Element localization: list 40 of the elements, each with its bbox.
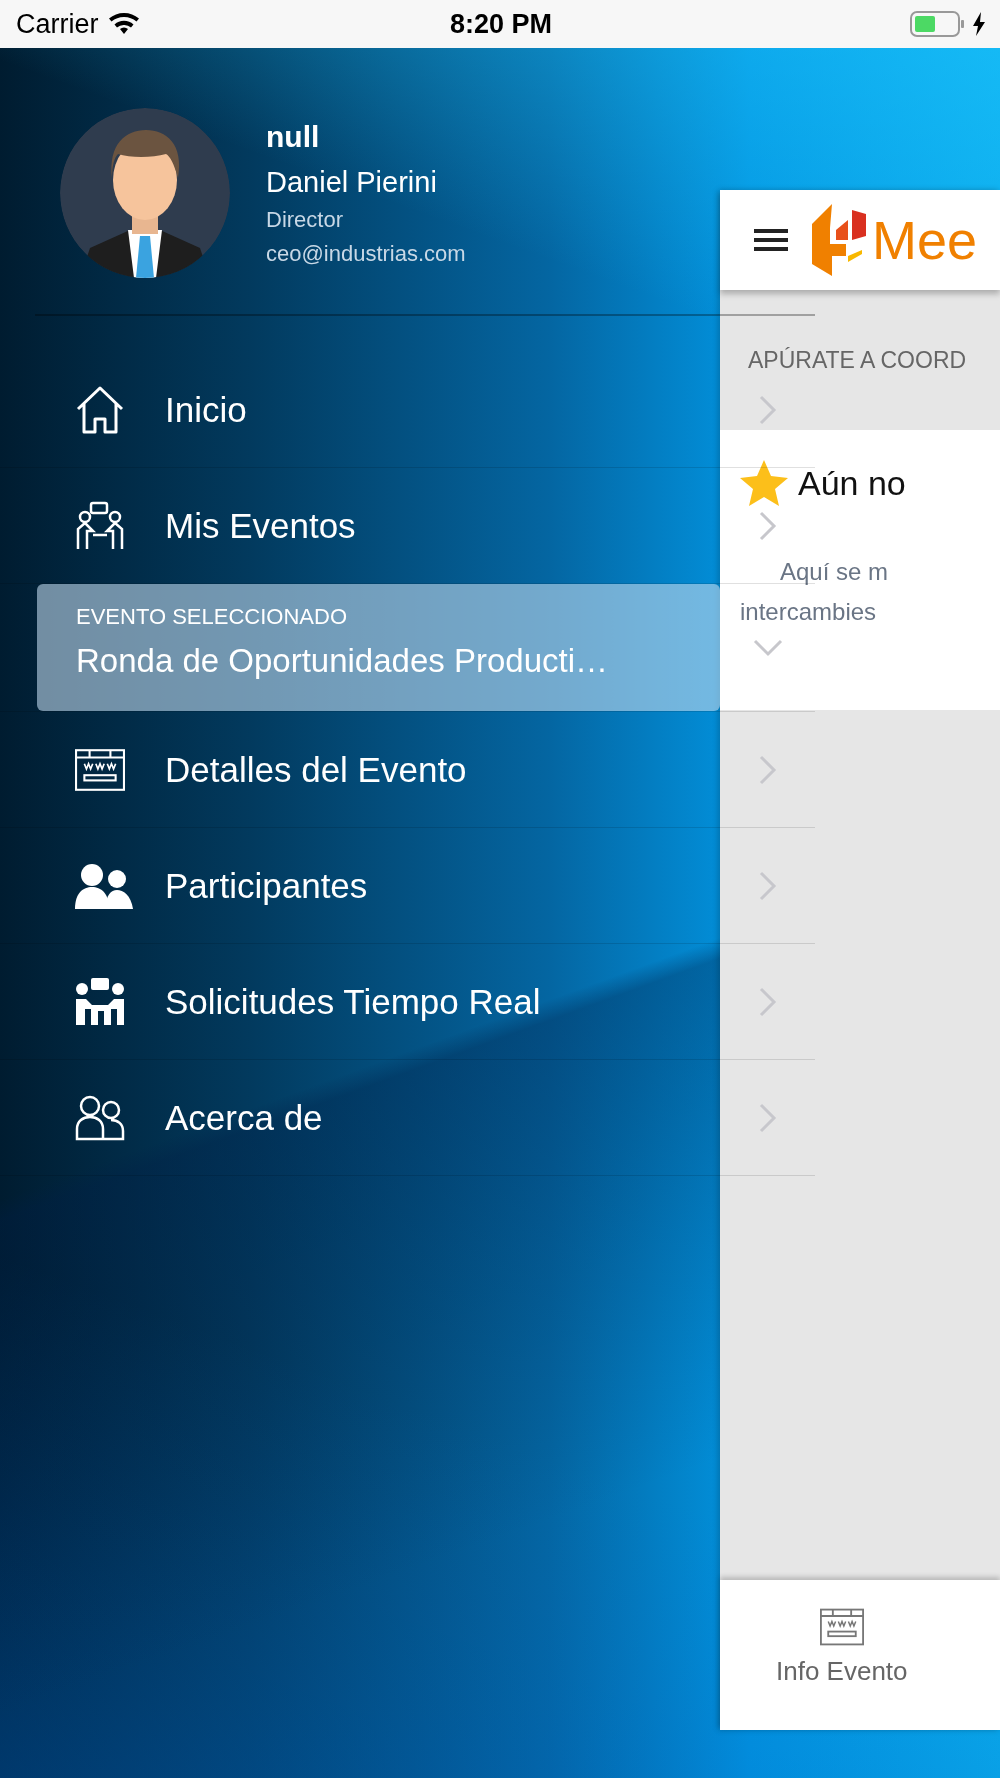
chevron-right-icon <box>758 1102 777 1133</box>
menu-item[interactable]: Mis Eventos <box>0 468 720 583</box>
carrier-label: Carrier <box>16 8 99 40</box>
browser-icon <box>75 747 125 792</box>
logo-icon <box>812 204 868 276</box>
username: null <box>266 120 320 154</box>
battery-icon <box>910 11 966 37</box>
user-role: Director <box>266 207 343 233</box>
clock: 8:20 PM <box>449 8 552 40</box>
tab-item[interactable]: Info Evento <box>776 1608 908 1687</box>
chevron-right-icon <box>758 870 777 901</box>
wifi-icon <box>108 13 139 35</box>
charging-icon <box>972 12 986 36</box>
chevron-down-icon <box>752 638 783 657</box>
section-title: APÚRATE A COORD <box>748 346 967 374</box>
people-icon <box>75 1094 125 1141</box>
browser-icon <box>819 1608 864 1646</box>
meeting-icon <box>75 976 125 1027</box>
user-email: ceo@industrias.com <box>266 241 466 267</box>
meeting-icon <box>75 500 125 551</box>
user-name: Daniel Pierini <box>266 166 437 199</box>
home-icon <box>75 384 125 435</box>
chevron-right-icon <box>758 394 777 425</box>
chevron-right-icon <box>758 754 777 785</box>
card-title: Aún no <box>798 463 906 503</box>
event-name: Ronda de Oportunidades Producti… <box>76 642 609 680</box>
menu-item[interactable]: Detalles del Evento <box>0 712 720 827</box>
event-caption: EVENTO SELECCIONADO <box>76 604 348 630</box>
menu-item[interactable]: Solicitudes Tiempo Real <box>0 944 720 1059</box>
chevron-right-icon <box>758 986 777 1017</box>
menu-item[interactable]: Inicio <box>0 352 720 467</box>
card-text: intercambies <box>740 598 877 626</box>
chevron-right-icon <box>758 510 777 541</box>
card-text: Aquí se m <box>780 558 889 586</box>
menu-item[interactable]: Acerca de <box>0 1060 720 1175</box>
star-icon <box>740 460 788 506</box>
people-icon <box>75 862 133 909</box>
logo-text: Mee <box>872 209 978 271</box>
menu-icon[interactable] <box>754 228 788 252</box>
menu-item[interactable]: Participantes <box>0 828 720 943</box>
